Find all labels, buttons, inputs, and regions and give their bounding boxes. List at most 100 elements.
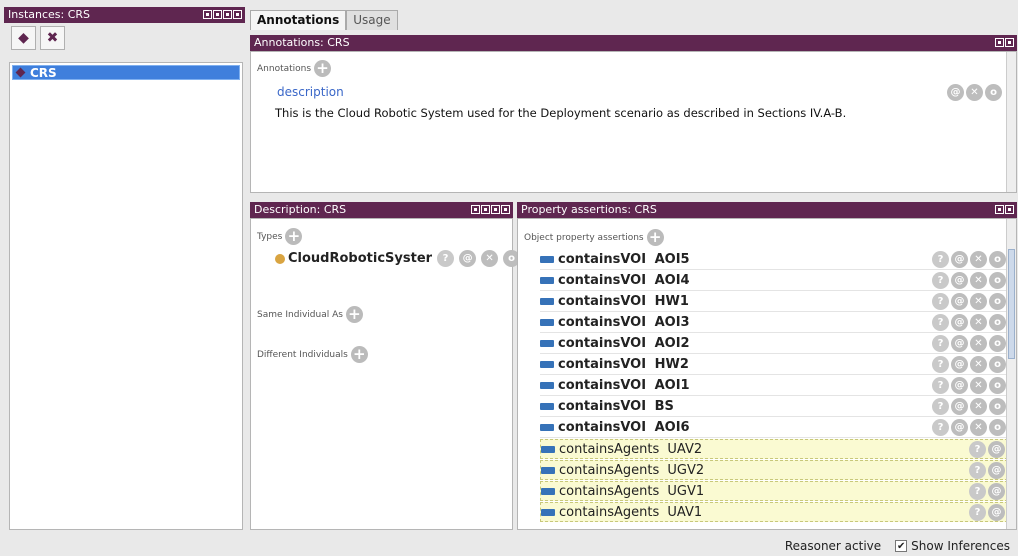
annotate-icon[interactable]: @ <box>951 419 968 436</box>
annotate-icon[interactable]: @ <box>947 84 964 101</box>
explain-icon[interactable]: ? <box>932 356 949 373</box>
annotate-icon[interactable]: @ <box>951 314 968 331</box>
explain-icon[interactable]: ? <box>932 377 949 394</box>
panel-control-icon[interactable] <box>213 10 222 19</box>
explain-icon[interactable]: ? <box>932 293 949 310</box>
edit-icon[interactable]: o <box>989 251 1006 268</box>
delete-icon[interactable]: ✕ <box>970 293 987 310</box>
panel-control-icon[interactable] <box>1005 38 1014 47</box>
annotate-icon[interactable]: @ <box>951 377 968 394</box>
panel-controls[interactable] <box>471 205 510 214</box>
annotate-icon[interactable]: @ <box>951 272 968 289</box>
edit-icon[interactable]: o <box>989 293 1006 310</box>
property-assertion-row[interactable]: containsAgents UAV1? @ <box>540 502 1008 522</box>
property-value: UGV1 <box>667 483 705 499</box>
edit-icon[interactable]: o <box>985 84 1002 101</box>
delete-icon[interactable]: ✕ <box>481 250 499 267</box>
property-name: containsVOI <box>558 252 647 267</box>
show-inferences-toggle[interactable]: ✔ Show Inferences <box>895 539 1010 553</box>
annotate-icon[interactable]: @ <box>951 356 968 373</box>
delete-icon[interactable]: ✕ <box>970 251 987 268</box>
annotations-scrollbar[interactable] <box>1006 52 1016 192</box>
delete-icon[interactable]: ✕ <box>970 314 987 331</box>
annotate-icon[interactable]: @ <box>951 293 968 310</box>
tab-usage[interactable]: Usage <box>346 10 398 30</box>
show-inferences-checkbox[interactable]: ✔ <box>895 540 908 552</box>
explain-icon[interactable]: ? <box>969 462 986 479</box>
property-assertion-row[interactable]: containsVOI AOI2? @ ✕ o <box>540 334 1008 354</box>
delete-icon[interactable]: ✕ <box>970 356 987 373</box>
edit-icon[interactable]: o <box>989 398 1006 415</box>
panel-control-icon[interactable] <box>223 10 232 19</box>
property-assertion-row[interactable]: containsVOI AOI4? @ ✕ o <box>540 271 1008 291</box>
property-assertion-row[interactable]: containsAgents UGV2? @ <box>540 460 1008 480</box>
property-assertion-row[interactable]: containsVOI AOI3? @ ✕ o <box>540 313 1008 333</box>
explain-icon[interactable]: ? <box>932 272 949 289</box>
property-scrollbar[interactable] <box>1006 219 1016 529</box>
explain-icon[interactable]: ? <box>969 504 986 521</box>
panel-controls[interactable] <box>995 38 1014 47</box>
explain-icon[interactable]: ? <box>969 483 986 500</box>
property-assertion-row[interactable]: containsVOI HW1? @ ✕ o <box>540 292 1008 312</box>
delete-individual-button[interactable]: ✖ <box>40 26 65 50</box>
tab-annotations[interactable]: Annotations <box>250 10 347 30</box>
edit-icon[interactable]: o <box>989 314 1006 331</box>
explain-icon[interactable]: ? <box>932 398 949 415</box>
property-assertion-row[interactable]: containsVOI HW2? @ ✕ o <box>540 355 1008 375</box>
annotate-icon[interactable]: @ <box>988 462 1005 479</box>
annotate-icon[interactable]: @ <box>951 335 968 352</box>
property-assertion-row[interactable]: containsVOI BS? @ ✕ o <box>540 397 1008 417</box>
delete-icon[interactable]: ✕ <box>970 272 987 289</box>
add-same-individual-icon[interactable]: + <box>345 306 363 323</box>
instance-item-crs[interactable]: CRS <box>12 65 240 80</box>
annotate-icon[interactable]: @ <box>988 441 1005 458</box>
property-assertion-row[interactable]: containsVOI AOI1? @ ✕ o <box>540 376 1008 396</box>
explain-icon[interactable]: ? <box>932 419 949 436</box>
property-name: containsVOI <box>558 273 647 288</box>
panel-control-icon[interactable] <box>995 38 1004 47</box>
annotate-icon[interactable]: @ <box>951 251 968 268</box>
panel-control-icon[interactable] <box>995 205 1004 214</box>
delete-icon[interactable]: ✕ <box>966 84 983 101</box>
delete-icon[interactable]: ✕ <box>970 335 987 352</box>
delete-icon[interactable]: ✕ <box>970 419 987 436</box>
panel-control-icon[interactable] <box>233 10 242 19</box>
explain-icon[interactable]: ? <box>932 335 949 352</box>
panel-controls[interactable] <box>203 10 242 19</box>
delete-icon[interactable]: ✕ <box>970 398 987 415</box>
type-row[interactable]: CloudRoboticSyster ? @ ✕ o <box>275 250 521 267</box>
annotate-icon[interactable]: @ <box>459 250 477 267</box>
annotate-icon[interactable]: @ <box>988 483 1005 500</box>
explain-icon[interactable]: ? <box>969 441 986 458</box>
panel-control-icon[interactable] <box>501 205 510 214</box>
edit-icon[interactable]: o <box>989 356 1006 373</box>
add-annotation-icon[interactable]: + <box>314 60 332 77</box>
panel-control-icon[interactable] <box>203 10 212 19</box>
edit-icon[interactable]: o <box>989 419 1006 436</box>
panel-control-icon[interactable] <box>1005 205 1014 214</box>
row-actions: ? @ <box>967 441 1005 458</box>
annotate-icon[interactable]: @ <box>951 398 968 415</box>
property-assertion-row[interactable]: containsAgents UGV1? @ <box>540 481 1008 501</box>
delete-icon[interactable]: ✕ <box>970 377 987 394</box>
annotate-icon[interactable]: @ <box>988 504 1005 521</box>
panel-control-icon[interactable] <box>471 205 480 214</box>
add-object-property-icon[interactable]: + <box>646 229 664 246</box>
add-individual-button[interactable]: ◆ <box>11 26 36 50</box>
panel-controls[interactable] <box>995 205 1014 214</box>
panel-control-icon[interactable] <box>481 205 490 214</box>
scrollbar-thumb[interactable] <box>1008 249 1015 359</box>
property-assertion-row[interactable]: containsVOI AOI5? @ ✕ o <box>540 250 1008 270</box>
property-assertion-row[interactable]: containsAgents UAV2? @ <box>540 439 1008 459</box>
property-assertion-row[interactable]: containsVOI AOI6? @ ✕ o <box>540 418 1008 438</box>
add-type-icon[interactable]: + <box>285 228 303 245</box>
explain-icon[interactable]: ? <box>932 251 949 268</box>
edit-icon[interactable]: o <box>989 377 1006 394</box>
annotation-property[interactable]: description <box>277 85 344 99</box>
add-different-individual-icon[interactable]: + <box>350 346 368 363</box>
explain-icon[interactable]: ? <box>437 250 455 267</box>
edit-icon[interactable]: o <box>989 335 1006 352</box>
explain-icon[interactable]: ? <box>932 314 949 331</box>
edit-icon[interactable]: o <box>989 272 1006 289</box>
panel-control-icon[interactable] <box>491 205 500 214</box>
